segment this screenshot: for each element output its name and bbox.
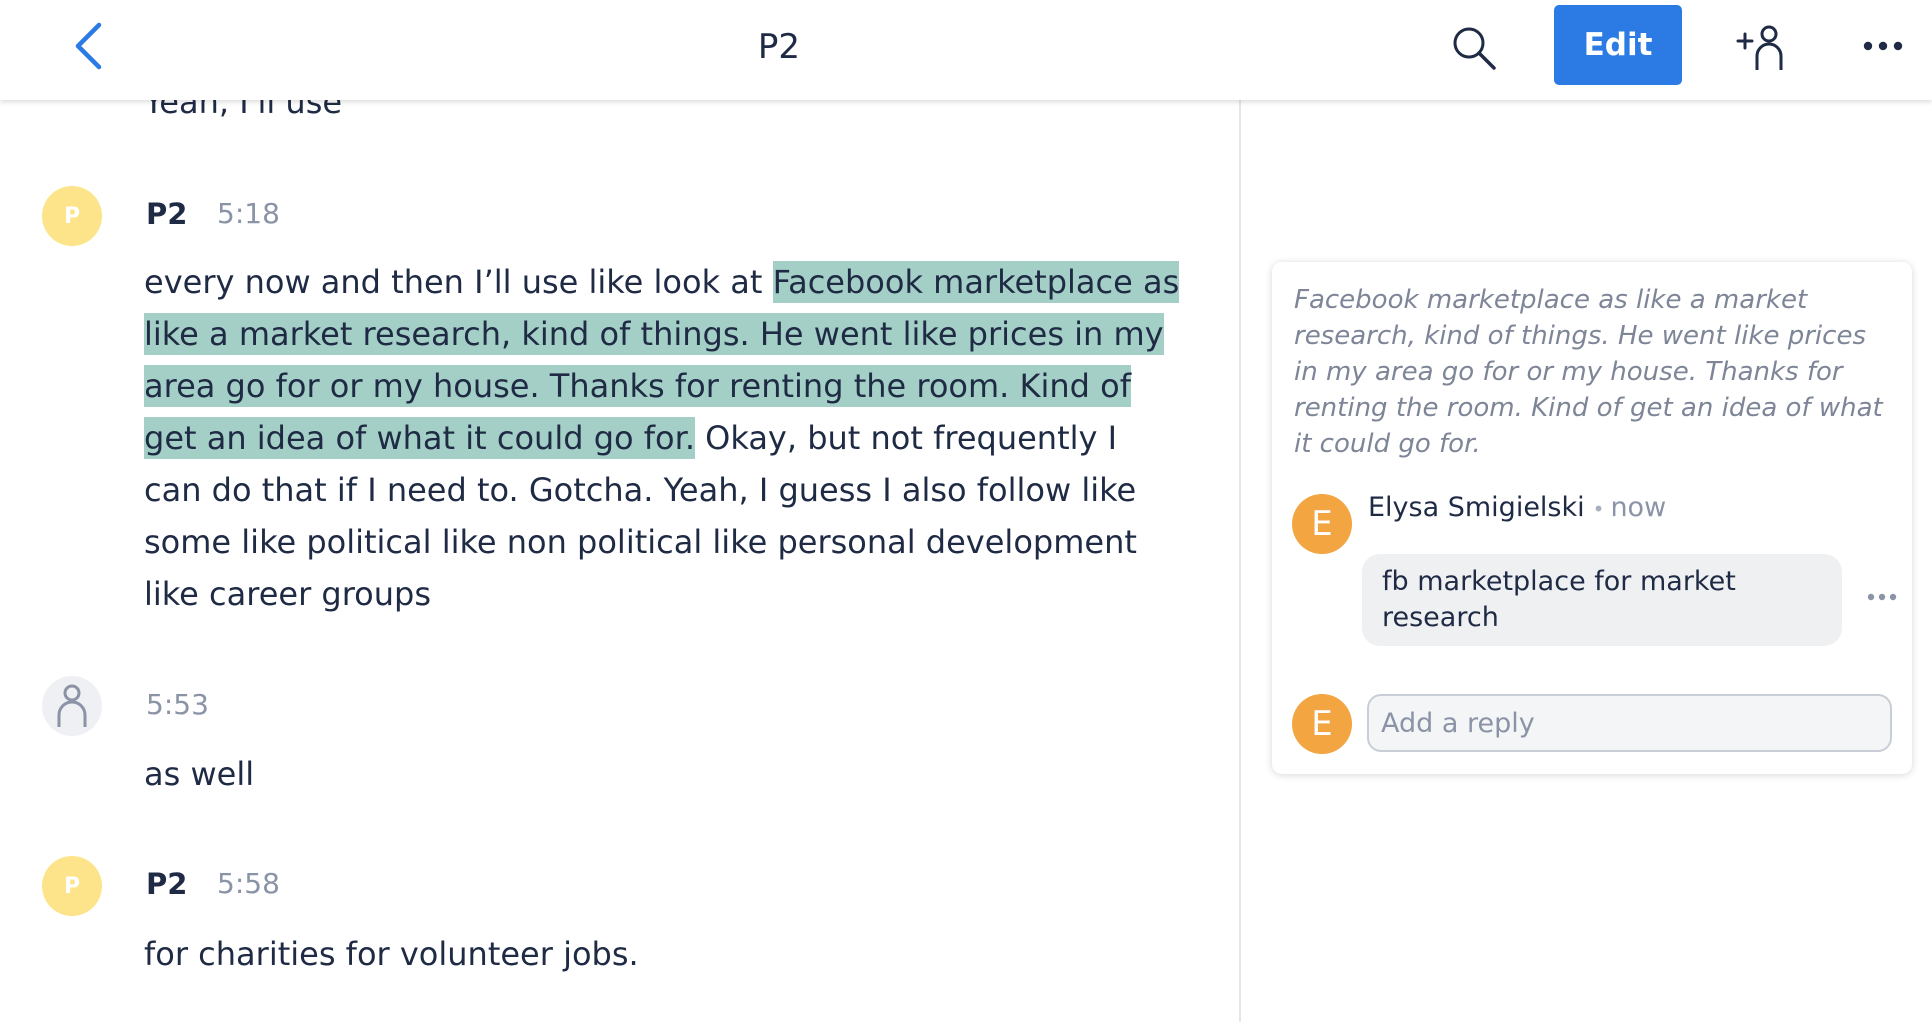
timestamp[interactable]: 5:53	[146, 685, 209, 725]
speaker-name[interactable]: P2	[146, 864, 187, 904]
timestamp[interactable]: 5:58	[217, 864, 280, 904]
add-user-icon	[1736, 25, 1783, 70]
more-horizontal-icon	[1867, 593, 1897, 601]
comment-meta: Elysa Smigielski • now	[1368, 488, 1666, 529]
paragraph-text: every now and then I’ll use like look at	[144, 263, 773, 301]
search-button[interactable]	[1446, 20, 1502, 76]
more-horizontal-icon	[1863, 41, 1903, 51]
timestamp[interactable]: 5:18	[217, 194, 280, 234]
commenter-avatar: E	[1292, 494, 1352, 554]
more-options-button[interactable]	[1856, 26, 1910, 66]
transcript-app: Yeah, I'll use P P2 5:18 every now and t…	[0, 0, 1932, 1022]
speaker-avatar[interactable]: P	[42, 856, 102, 916]
transcript-paragraph[interactable]: as well	[144, 748, 1184, 800]
speaker-name[interactable]: P2	[146, 194, 187, 234]
edit-button[interactable]: Edit	[1554, 5, 1682, 85]
reply-input[interactable]	[1367, 694, 1892, 752]
speaker-avatar[interactable]: P	[42, 186, 102, 246]
meta-separator: •	[1592, 497, 1605, 521]
comment-bubble: fb marketplace for market research	[1362, 554, 1842, 646]
comment-more-button[interactable]	[1862, 582, 1902, 612]
add-user-button[interactable]	[1732, 20, 1792, 76]
transcript-paragraph[interactable]: every now and then I’ll use like look at…	[144, 256, 1184, 620]
unknown-speaker-avatar[interactable]	[42, 676, 102, 736]
reply-avatar: E	[1292, 694, 1352, 754]
comment-time: now	[1610, 492, 1667, 523]
comment-author: Elysa Smigielski	[1368, 492, 1585, 523]
page-title: P2	[757, 27, 801, 67]
panel-divider	[1239, 100, 1241, 1022]
comment-card[interactable]: Facebook marketplace as like a market re…	[1272, 262, 1912, 774]
transcript-panel[interactable]: Yeah, I'll use P P2 5:18 every now and t…	[0, 0, 1239, 1022]
person-icon	[57, 684, 87, 727]
transcript-paragraph[interactable]: for charities for volunteer jobs.	[144, 928, 1184, 980]
top-bar: P2 Edit	[0, 0, 1932, 100]
quoted-highlight: Facebook marketplace as like a market re…	[1294, 285, 1883, 459]
search-icon	[1453, 27, 1496, 70]
